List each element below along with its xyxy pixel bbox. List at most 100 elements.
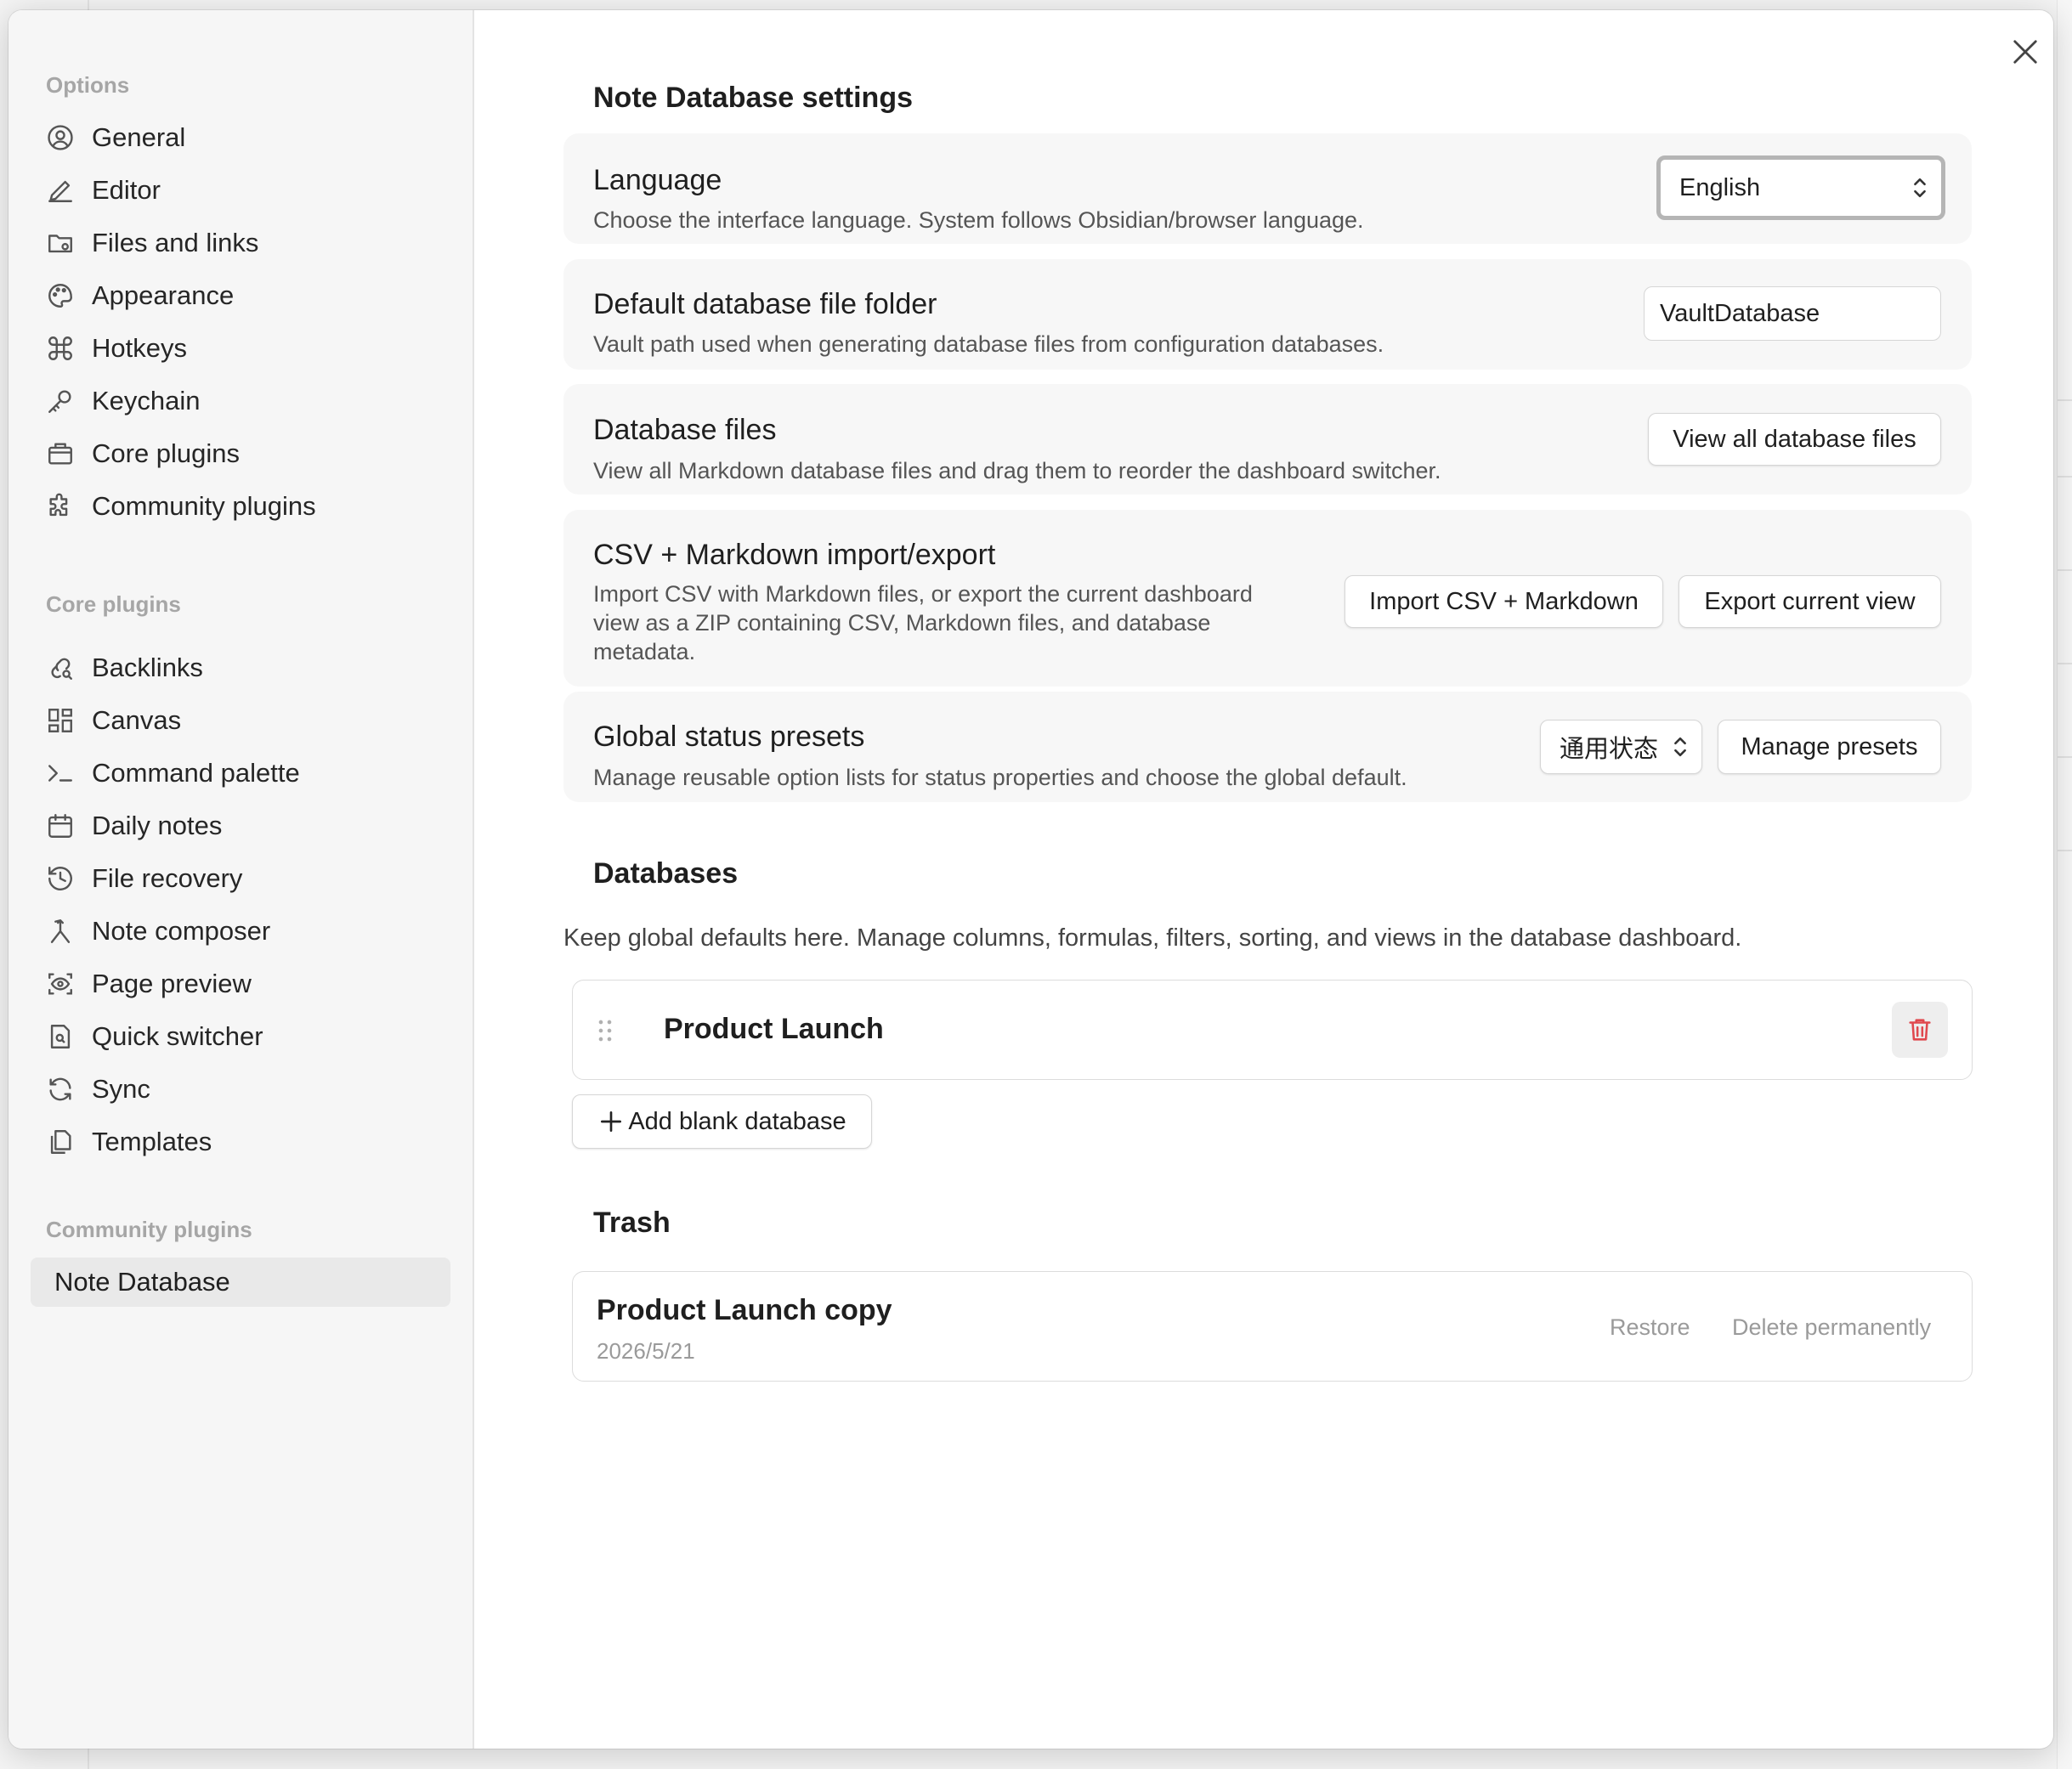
language-select[interactable]: English bbox=[1656, 155, 1945, 220]
add-blank-database-button[interactable]: Add blank database bbox=[572, 1094, 872, 1149]
setting-description-line: metadata. bbox=[593, 639, 696, 664]
sidebar-item-label: Page preview bbox=[92, 969, 252, 998]
chevron-updown-icon bbox=[1674, 737, 1686, 757]
calendar-icon bbox=[46, 811, 75, 840]
database-files-setting: Database files View all Markdown databas… bbox=[563, 384, 1972, 495]
sidebar-item-label: File recovery bbox=[92, 863, 243, 893]
sidebar-item-note-database[interactable]: Note Database bbox=[31, 1258, 450, 1307]
sidebar-item-canvas[interactable]: Canvas bbox=[46, 698, 181, 743]
sidebar-item-label: Command palette bbox=[92, 758, 300, 788]
setting-description: Choose the interface language. System fo… bbox=[593, 207, 1364, 233]
terminal-icon bbox=[46, 759, 75, 788]
status-preset-select-value: 通用状态 bbox=[1560, 736, 1659, 763]
sidebar-item-keychain[interactable]: Keychain bbox=[46, 379, 201, 423]
sidebar-item-core-plugins[interactable]: Core plugins bbox=[46, 432, 240, 476]
sidebar-item-templates[interactable]: Templates bbox=[46, 1120, 212, 1164]
settings-modal: Options General Editor Files and links A… bbox=[8, 10, 2053, 1749]
pencil-icon bbox=[46, 176, 75, 205]
sidebar-item-editor[interactable]: Editor bbox=[46, 168, 161, 212]
sidebar-item-label: Appearance bbox=[92, 280, 235, 310]
database-name: Product Launch bbox=[664, 1013, 884, 1045]
plus-icon bbox=[601, 1111, 622, 1132]
file-search-icon bbox=[46, 1022, 75, 1051]
settings-sidebar: Options General Editor Files and links A… bbox=[8, 10, 474, 1749]
sidebar-heading-community-plugins: Community plugins bbox=[46, 1217, 252, 1242]
sidebar-item-label: Backlinks bbox=[92, 653, 203, 682]
setting-title: CSV + Markdown import/export bbox=[593, 539, 996, 571]
sidebar-item-backlinks[interactable]: Backlinks bbox=[46, 646, 203, 690]
palette-icon bbox=[46, 281, 75, 310]
add-blank-database-label: Add blank database bbox=[628, 1107, 846, 1135]
sidebar-item-label: Files and links bbox=[92, 228, 259, 257]
folder-setting: Default database file folder Vault path … bbox=[563, 259, 1972, 370]
delete-permanently-button[interactable]: Delete permanently bbox=[1732, 1314, 1931, 1341]
delete-database-button[interactable] bbox=[1892, 1002, 1948, 1058]
sidebar-item-file-recovery[interactable]: File recovery bbox=[46, 856, 242, 901]
trash-item-name: Product Launch copy bbox=[597, 1294, 892, 1326]
global-status-presets-setting: Global status presets Manage reusable op… bbox=[563, 692, 1972, 802]
sidebar-item-note-composer[interactable]: Note composer bbox=[46, 909, 270, 953]
setting-description: Manage reusable option lists for status … bbox=[593, 765, 1407, 790]
sidebar-item-label: Keychain bbox=[92, 386, 201, 415]
setting-title: Default database file folder bbox=[593, 288, 937, 320]
sidebar-item-label: Core plugins bbox=[92, 438, 241, 468]
chevron-updown-icon bbox=[1914, 178, 1926, 198]
close-icon bbox=[2013, 40, 2037, 64]
setting-description-line: Import CSV with Markdown files, or expor… bbox=[593, 581, 1253, 607]
sidebar-heading-core-plugins: Core plugins bbox=[46, 591, 181, 617]
command-icon bbox=[46, 334, 75, 363]
setting-title: Database files bbox=[593, 414, 777, 446]
sidebar-item-daily-notes[interactable]: Daily notes bbox=[46, 804, 222, 848]
trash-list-item: Product Launch copy 2026/5/21 Restore De… bbox=[572, 1271, 1973, 1382]
sidebar-item-label: Quick switcher bbox=[92, 1021, 263, 1051]
sidebar-item-label: General bbox=[92, 122, 186, 152]
user-circle-icon bbox=[46, 123, 75, 152]
setting-description: View all Markdown database files and dra… bbox=[593, 458, 1441, 483]
language-setting: Language Choose the interface language. … bbox=[563, 133, 1972, 244]
language-select-value: English bbox=[1679, 173, 1761, 201]
import-csv-markdown-button[interactable]: Import CSV + Markdown bbox=[1345, 575, 1663, 628]
trash-heading: Trash bbox=[593, 1207, 671, 1239]
restore-button[interactable]: Restore bbox=[1610, 1314, 1690, 1341]
sidebar-item-community-plugins[interactable]: Community plugins bbox=[46, 484, 316, 528]
sidebar-item-appearance[interactable]: Appearance bbox=[46, 274, 234, 318]
key-icon bbox=[46, 387, 75, 415]
setting-title: Language bbox=[593, 164, 722, 196]
status-preset-select[interactable]: 通用状态 bbox=[1540, 720, 1702, 774]
refresh-icon bbox=[46, 1075, 75, 1104]
history-icon bbox=[46, 864, 75, 893]
sidebar-item-label: Hotkeys bbox=[92, 333, 187, 363]
view-all-database-files-button[interactable]: View all database files bbox=[1648, 413, 1941, 466]
folder-cog-icon bbox=[46, 229, 75, 257]
sidebar-item-label: Canvas bbox=[92, 705, 182, 735]
sidebar-item-label: Note composer bbox=[92, 916, 271, 946]
link-search-icon bbox=[46, 653, 75, 682]
database-list-item[interactable]: Product Launch bbox=[572, 980, 1973, 1080]
folder-input[interactable] bbox=[1644, 286, 1941, 341]
sidebar-item-files-and-links[interactable]: Files and links bbox=[46, 221, 258, 265]
drag-handle-icon[interactable] bbox=[595, 1018, 615, 1043]
sidebar-item-label: Community plugins bbox=[92, 491, 316, 521]
sidebar-item-label: Note Database bbox=[54, 1267, 230, 1297]
sidebar-heading-options: Options bbox=[46, 72, 130, 98]
puzzle-icon bbox=[46, 492, 75, 521]
sidebar-item-command-palette[interactable]: Command palette bbox=[46, 751, 300, 795]
sidebar-item-quick-switcher[interactable]: Quick switcher bbox=[46, 1014, 263, 1059]
export-current-view-button[interactable]: Export current view bbox=[1679, 575, 1941, 628]
sidebar-item-general[interactable]: General bbox=[46, 116, 185, 160]
background-app-edge bbox=[2057, 0, 2072, 1769]
close-button[interactable] bbox=[2007, 34, 2043, 70]
setting-description-line: view as a ZIP containing CSV, Markdown f… bbox=[593, 610, 1211, 636]
csv-import-export-setting: CSV + Markdown import/export Import CSV … bbox=[563, 510, 1972, 687]
manage-presets-button[interactable]: Manage presets bbox=[1718, 720, 1941, 774]
sidebar-item-hotkeys[interactable]: Hotkeys bbox=[46, 326, 187, 370]
files-icon bbox=[46, 1128, 75, 1156]
sidebar-item-sync[interactable]: Sync bbox=[46, 1067, 150, 1111]
setting-title: Global status presets bbox=[593, 721, 865, 753]
merge-icon bbox=[46, 917, 75, 946]
page-title: Note Database settings bbox=[593, 82, 913, 114]
trash-item-date: 2026/5/21 bbox=[597, 1338, 695, 1364]
sidebar-item-page-preview[interactable]: Page preview bbox=[46, 962, 252, 1006]
sidebar-item-label: Editor bbox=[92, 175, 161, 205]
eye-scan-icon bbox=[46, 969, 75, 998]
